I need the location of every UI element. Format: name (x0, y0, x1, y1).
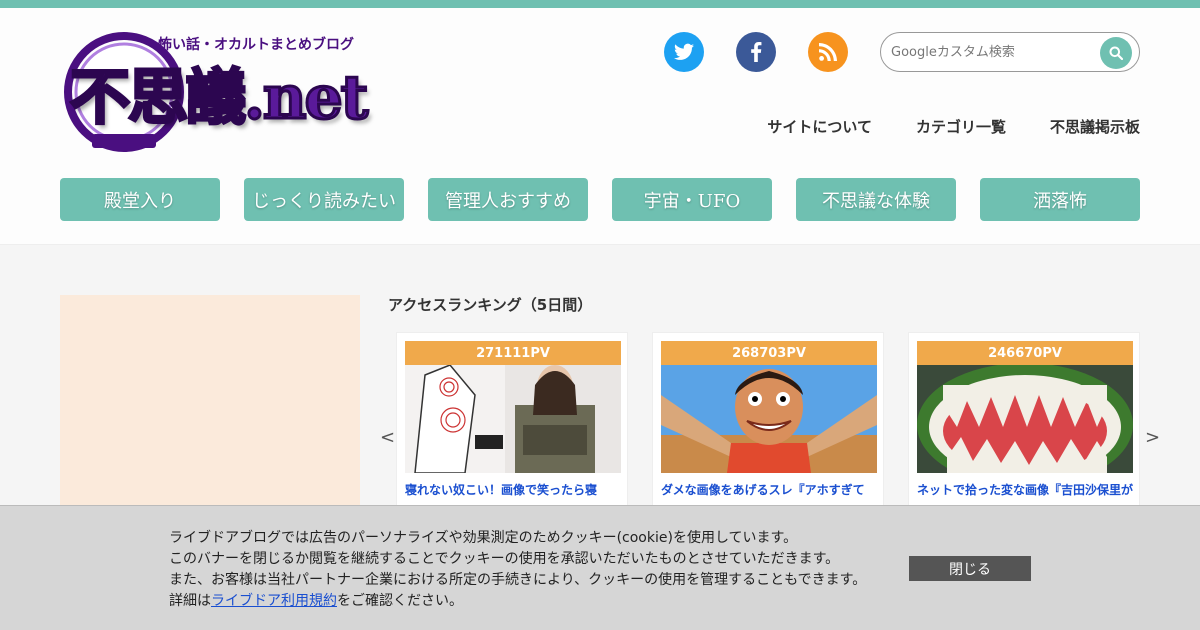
facebook-button[interactable] (736, 32, 776, 72)
rss-icon (819, 43, 837, 61)
site-logo[interactable]: 怖い話・オカルトまとめブログ 不思議.net (62, 30, 392, 160)
cookie-line: また、お客様は当社パートナー企業における所定の手続きにより、クッキーの使用を管理… (169, 572, 867, 588)
cookie-line-suffix: をご確認ください。 (337, 593, 463, 609)
twitter-icon (674, 43, 694, 60)
rss-button[interactable] (808, 32, 848, 72)
nav-strange-experience[interactable]: 不思議な体験 (796, 178, 956, 221)
ranking-card[interactable]: 268703PV ダメな画像をあげるスレ『アホすぎて (652, 332, 884, 532)
site-tagline: 怖い話・オカルトまとめブログ (158, 37, 354, 53)
logo-wordmark: 不思議.net (68, 62, 369, 135)
ranking-prev-arrow[interactable]: < (380, 427, 395, 448)
ranking-title: アクセスランキング（5日間） (388, 296, 593, 314)
pv-badge: 246670PV (917, 341, 1133, 365)
cookie-message: ライブドアブログでは広告のパーソナライズや効果測定のためクッキー(cookie)… (169, 528, 866, 612)
cookie-banner: ライブドアブログでは広告のパーソナライズや効果測定のためクッキー(cookie)… (0, 505, 1200, 630)
cookie-line: 詳細はライブドア利用規約をご確認ください。 (169, 591, 866, 612)
nav-hall-of-fame[interactable]: 殿堂入り (60, 178, 220, 221)
nav-sharekowa[interactable]: 洒落怖 (980, 178, 1140, 221)
ranking-next-arrow[interactable]: > (1145, 427, 1160, 448)
link-categories[interactable]: カテゴリ一覧 (916, 116, 1006, 137)
article-title-link[interactable]: 寝れない奴こい！画像で笑ったら寝 (405, 481, 621, 498)
twitter-button[interactable] (664, 32, 704, 72)
article-title-link[interactable]: ネットで拾った変な画像『吉田沙保里が (917, 481, 1133, 498)
search-input[interactable] (891, 41, 1096, 63)
nav-space-ufo[interactable]: 宇宙・UFO (612, 178, 772, 221)
nav-admin-picks[interactable]: 管理人おすすめ (428, 178, 588, 221)
article-thumbnail (405, 365, 621, 473)
header-links: サイトについて カテゴリ一覧 不思議掲示板 (767, 116, 1140, 137)
link-bbs[interactable]: 不思議掲示板 (1050, 116, 1140, 137)
article-thumbnail (917, 365, 1133, 473)
pv-badge: 271111PV (405, 341, 621, 365)
ranking-card[interactable]: 271111PV 寝れない奴こい！画像で笑ったら寝 (396, 332, 628, 532)
search-icon (1109, 46, 1123, 60)
cookie-line: このバナーを閉じるか閲覧を継続することでクッキーの使用を承認いただいたものとさせ… (169, 551, 840, 567)
pv-badge: 268703PV (661, 341, 877, 365)
cookie-line-prefix: 詳細は (169, 593, 211, 609)
cookie-line: ライブドアブログでは広告のパーソナライズや効果測定のためクッキー(cookie)… (169, 530, 798, 546)
site-header: 怖い話・オカルトまとめブログ 不思議.net サイトについて カテゴリ一覧 不 (0, 8, 1200, 245)
ranking-card[interactable]: 246670PV ネットで拾った変な画像『吉田沙保里が (908, 332, 1140, 532)
search-button[interactable] (1100, 37, 1132, 69)
article-thumbnail (661, 365, 877, 473)
article-title-link[interactable]: ダメな画像をあげるスレ『アホすぎて (661, 481, 877, 498)
category-nav: 殿堂入り じっくり読みたい 管理人おすすめ 宇宙・UFO 不思議な体験 洒落怖 (60, 178, 1140, 221)
search-box (880, 32, 1140, 72)
nav-long-read[interactable]: じっくり読みたい (244, 178, 404, 221)
link-about[interactable]: サイトについて (767, 116, 872, 137)
cookie-close-button[interactable]: 閉じる (909, 556, 1031, 581)
terms-link[interactable]: ライブドア利用規約 (211, 593, 337, 609)
top-accent-bar (0, 0, 1200, 8)
facebook-icon (751, 42, 762, 62)
